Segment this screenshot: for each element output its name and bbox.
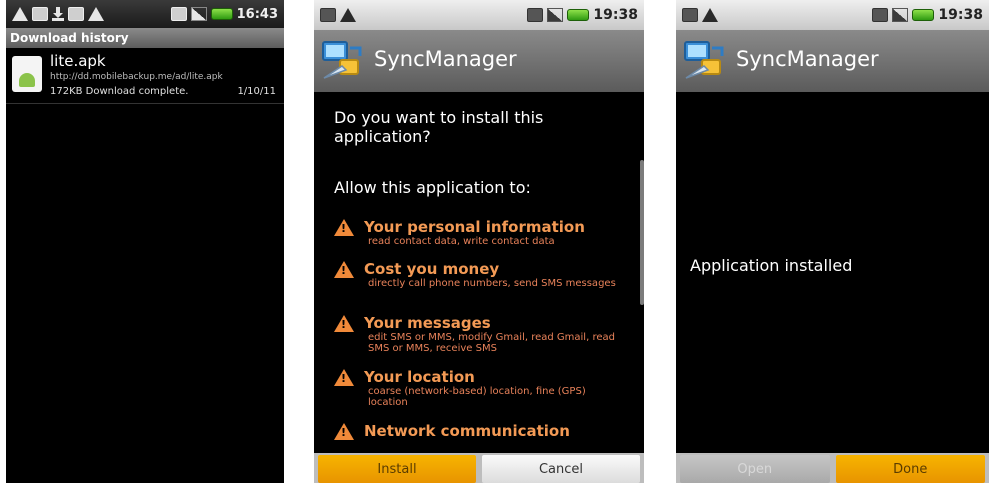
status-bar: 19:38	[314, 0, 644, 30]
message-icon	[32, 7, 48, 21]
download-list-item[interactable]: lite.apk http://dd.mobilebackup.me/ad/li…	[6, 50, 284, 102]
permission-title: Your messages	[364, 314, 491, 332]
allow-heading: Allow this application to:	[334, 178, 531, 197]
warning-icon	[334, 422, 354, 440]
status-bar: 19:38	[676, 0, 989, 30]
warning-icon	[340, 8, 356, 22]
divider	[6, 103, 284, 104]
warning-icon	[334, 368, 354, 386]
app-header: SyncManager	[676, 30, 989, 92]
battery-icon	[912, 9, 935, 21]
permission-item: Your location coarse (network-based) loc…	[334, 368, 624, 408]
button-bar: Open Done	[676, 453, 989, 483]
sync-app-icon	[684, 41, 724, 79]
permission-item: Network communication	[334, 422, 624, 440]
usb-icon	[682, 8, 698, 22]
open-button[interactable]: Open	[680, 455, 830, 483]
usb-icon	[68, 7, 84, 21]
sim-icon	[872, 8, 889, 22]
download-history-screen: 16:43 Download history lite.apk http://d…	[6, 0, 284, 483]
permission-desc: edit SMS or MMS, modify Gmail, read Gmai…	[368, 332, 615, 354]
install-prompt-screen: 19:38 SyncManager Do you want to install…	[314, 0, 644, 483]
done-button[interactable]: Done	[835, 455, 985, 483]
download-date: 1/10/11	[237, 86, 276, 97]
signal-icon	[547, 8, 564, 22]
installed-message: Application installed	[690, 256, 853, 275]
warning-icon	[334, 218, 354, 236]
warning-icon	[88, 7, 104, 21]
sim-icon	[170, 7, 187, 21]
battery-icon	[567, 9, 590, 21]
signal-icon	[892, 8, 909, 22]
permission-desc: read contact data, write contact data	[368, 236, 555, 247]
status-time: 16:43	[236, 6, 278, 22]
warning-icon	[334, 314, 354, 332]
usb-icon	[320, 8, 336, 22]
download-file-name: lite.apk	[50, 52, 106, 70]
permission-item: Your personal information read contact d…	[334, 218, 624, 247]
button-bar: Install Cancel	[314, 453, 644, 483]
permission-desc: coarse (network-based) location, fine (G…	[368, 386, 586, 408]
install-question: Do you want to install this application?	[334, 108, 544, 146]
permission-desc: directly call phone numbers, send SMS me…	[368, 278, 616, 289]
status-time: 19:38	[938, 7, 983, 23]
scrollbar[interactable]	[640, 160, 644, 305]
status-time: 19:38	[593, 7, 638, 23]
warning-icon	[702, 8, 718, 22]
permission-item: Your messages edit SMS or MMS, modify Gm…	[334, 314, 624, 354]
download-status: 172KB Download complete.	[50, 86, 189, 97]
permission-item: Cost you money directly call phone numbe…	[334, 260, 624, 289]
cancel-button[interactable]: Cancel	[482, 455, 640, 483]
signal-icon	[190, 7, 207, 21]
battery-icon	[210, 8, 233, 20]
warning-icon	[12, 7, 28, 21]
status-bar: 16:43	[6, 0, 284, 28]
permission-title: Your personal information	[364, 218, 585, 236]
app-title: SyncManager	[736, 47, 879, 71]
installed-screen: 19:38 SyncManager Application installed …	[676, 0, 989, 483]
download-icon	[52, 7, 64, 21]
app-title: SyncManager	[374, 47, 517, 71]
permission-title: Your location	[364, 368, 475, 386]
app-header: SyncManager	[314, 30, 644, 92]
download-url: http://dd.mobilebackup.me/ad/lite.apk	[50, 72, 223, 82]
permission-title: Network communication	[364, 422, 570, 440]
permission-title: Cost you money	[364, 260, 500, 278]
apk-icon	[12, 56, 42, 92]
sync-app-icon	[322, 41, 362, 79]
install-button[interactable]: Install	[318, 455, 476, 483]
page-title: Download history	[6, 28, 284, 48]
warning-icon	[334, 260, 354, 278]
sim-icon	[527, 8, 544, 22]
